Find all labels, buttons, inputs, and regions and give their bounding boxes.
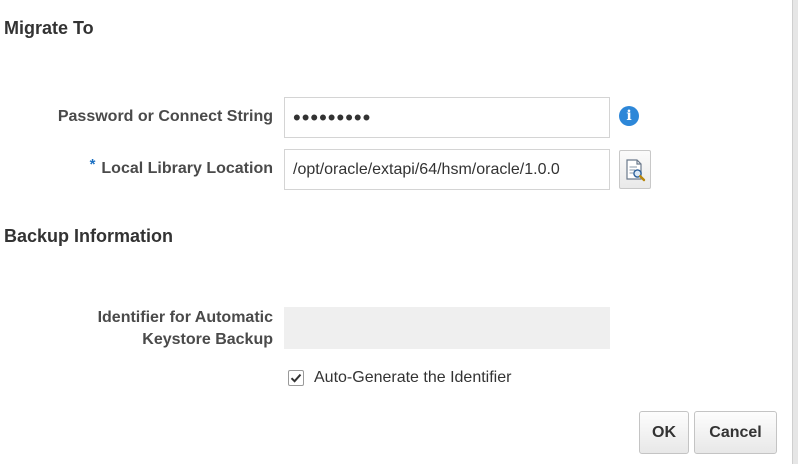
- backup-information-heading: Backup Information: [4, 226, 174, 246]
- identifier-label-line2: Keystore Backup: [142, 331, 273, 348]
- library-location-field[interactable]: /opt/oracle/extapi/64/hsm/oracle/1.0.0: [284, 149, 610, 190]
- password-field[interactable]: •••••••••: [284, 97, 610, 138]
- ok-button[interactable]: OK: [639, 411, 689, 454]
- auto-generate-label: Auto-Generate the Identifier: [314, 369, 512, 386]
- password-label: Password or Connect String: [57, 108, 273, 125]
- password-value: •••••••••: [293, 105, 372, 130]
- browse-button[interactable]: [619, 150, 651, 189]
- info-icon[interactable]: i: [619, 106, 639, 126]
- library-location-label-text: Local Library Location: [101, 160, 273, 177]
- identifier-field: [284, 307, 610, 349]
- auto-generate-row[interactable]: Auto-Generate the Identifier: [288, 369, 511, 387]
- checkmark-icon: [290, 373, 302, 383]
- cancel-button[interactable]: Cancel: [694, 411, 777, 454]
- auto-generate-checkbox[interactable]: [288, 370, 304, 386]
- identifier-label-line1: Identifier for Automatic: [97, 309, 273, 326]
- required-indicator: *: [89, 156, 96, 173]
- dialog-edge: [792, 0, 798, 464]
- search-document-icon: [626, 158, 646, 181]
- migrate-to-heading: Migrate To: [4, 18, 94, 38]
- identifier-label: Identifier for Automatic Keystore Backup: [98, 307, 273, 351]
- library-location-label: * Local Library Location: [90, 156, 273, 178]
- migrate-dialog: Migrate To Password or Connect String ••…: [0, 0, 798, 464]
